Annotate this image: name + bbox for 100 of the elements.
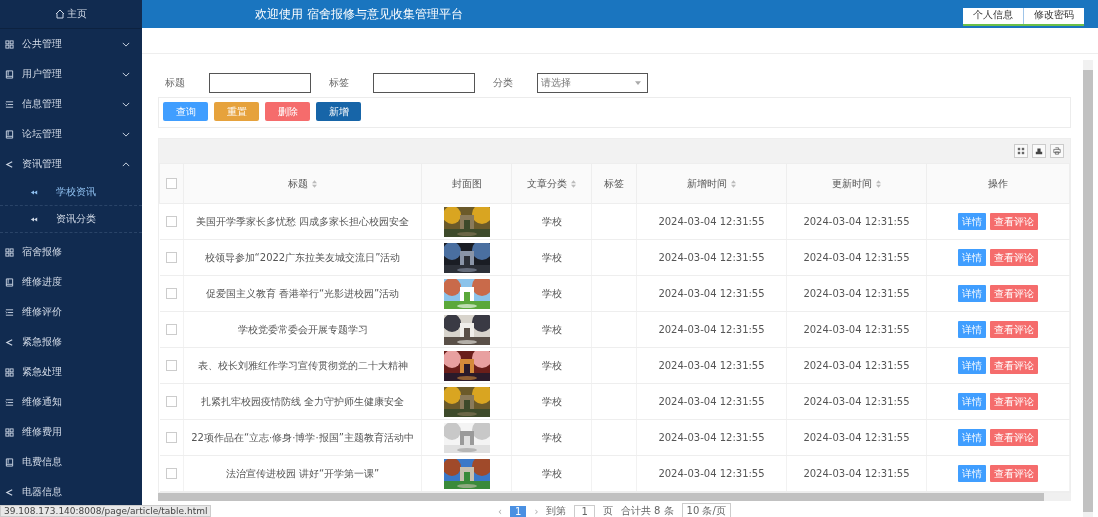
row-action-button[interactable]: 详情 [958, 321, 986, 338]
sort-icon[interactable] [876, 179, 881, 188]
menu-item[interactable]: 维修进度 [0, 267, 142, 297]
grid-icon [5, 427, 14, 437]
columns-icon[interactable] [1014, 144, 1028, 158]
book-icon [5, 129, 14, 139]
list-icon [5, 397, 14, 407]
chevron-icon [122, 41, 130, 47]
field-label: 标签 [329, 76, 349, 90]
table-cell: 2024-03-04 12:31:55 [658, 432, 765, 443]
column-header: 更新时间 [832, 177, 872, 189]
checkbox[interactable] [166, 178, 177, 190]
grid-icon [5, 247, 14, 257]
menu-item[interactable]: 维修通知 [0, 387, 142, 417]
row-action-button[interactable]: 详情 [958, 393, 986, 410]
total-count: 合计共 8 条 [620, 504, 674, 517]
menu-item[interactable]: 用户管理 [0, 59, 142, 89]
checkbox[interactable] [165, 360, 177, 372]
table-cell: 美国开学季家长多忧愁 四成多家长担心校园安全 [195, 215, 410, 227]
row-action-button[interactable]: 查看评论 [990, 465, 1038, 482]
header-link[interactable]: 修改密码 [1023, 8, 1084, 24]
book-icon [5, 69, 14, 79]
table-cell: 促爱国主义教育 香港举行“光影进校园”活动 [205, 287, 400, 299]
menu-item[interactable]: 紧急报修 [0, 327, 142, 357]
share-icon [5, 487, 14, 497]
category-select[interactable]: 请选择 [537, 73, 648, 93]
table-cell: 学校 [541, 431, 562, 443]
rewind-icon [30, 216, 38, 222]
chevron-icon [122, 71, 130, 77]
checkbox[interactable] [165, 252, 177, 264]
export-icon[interactable] [1032, 144, 1046, 158]
checkbox[interactable] [165, 432, 177, 444]
share-icon [5, 159, 14, 169]
table-cell: 学校 [541, 467, 562, 479]
table-cell: 学校 [541, 251, 562, 263]
column-header: 标题 [288, 177, 308, 189]
row-action-button[interactable]: 查看评论 [990, 213, 1038, 230]
table-cell: 2024-03-04 12:31:55 [803, 360, 910, 371]
menu-item[interactable]: 公共管理 [0, 29, 142, 59]
row-action-button[interactable]: 查看评论 [990, 393, 1038, 410]
row-action-button[interactable]: 详情 [958, 465, 986, 482]
row-action-button[interactable]: 查看评论 [990, 321, 1038, 338]
table-cell: 2024-03-04 12:31:55 [803, 468, 910, 479]
home-icon [55, 9, 65, 19]
input-field[interactable] [373, 73, 475, 93]
input-field[interactable] [209, 73, 311, 93]
menu-item[interactable]: 信息管理 [0, 89, 142, 119]
table-cell: 学校 [541, 359, 562, 371]
row-action-button[interactable]: 查看评论 [990, 357, 1038, 374]
page-unit-label: 页 [602, 504, 613, 517]
horizontal-scrollbar[interactable] [158, 493, 1071, 501]
menu-item[interactable]: 电器信息 [0, 477, 142, 507]
field-label: 分类 [493, 76, 513, 90]
row-action-button[interactable]: 查看评论 [990, 249, 1038, 266]
table-cell: 22项作品在“立志·修身·博学·报国”主题教育活动中 [191, 431, 414, 443]
page-number[interactable]: 1 [510, 505, 527, 517]
grid-icon [5, 39, 14, 49]
page-size-select[interactable]: 10 条/页 [681, 503, 731, 517]
page-input[interactable]: 1 [574, 504, 595, 517]
action-button[interactable]: 查询 [163, 102, 208, 121]
checkbox[interactable] [165, 396, 177, 408]
header-link[interactable]: 个人信息 [963, 8, 1023, 24]
menu-item[interactable]: 维修费用 [0, 417, 142, 447]
table-cell: 表、校长刘雅红作学习宣传贯彻党的二十大精神 [197, 359, 408, 371]
row-action-button[interactable]: 查看评论 [990, 285, 1038, 302]
table-cell: 扎紧扎牢校园疫情防线 全力守护师生健康安全 [200, 395, 405, 407]
column-header: 封面图 [451, 177, 482, 189]
sort-icon[interactable] [312, 179, 317, 188]
checkbox[interactable] [165, 216, 177, 228]
table-cell: 学校 [541, 287, 562, 299]
sort-icon[interactable] [571, 179, 576, 188]
menu-item[interactable]: 宿舍报修 [0, 237, 142, 267]
row-action-button[interactable]: 详情 [958, 249, 986, 266]
row-action-button[interactable]: 详情 [958, 285, 986, 302]
grid-icon [5, 367, 14, 377]
list-icon [5, 307, 14, 317]
checkbox[interactable] [165, 468, 177, 480]
column-header: 文章分类 [527, 177, 567, 189]
table-cell: 学校 [541, 323, 562, 335]
row-action-button[interactable]: 详情 [958, 429, 986, 446]
rewind-icon [30, 189, 38, 195]
page-title: 欢迎使用 宿舍报修与意见收集管理平台 [255, 5, 464, 23]
row-action-button[interactable]: 查看评论 [990, 429, 1038, 446]
action-button[interactable]: 删除 [265, 102, 310, 121]
chevron-icon [122, 131, 130, 137]
table-cell: 2024-03-04 12:31:55 [803, 396, 910, 407]
table-cell: 法治宣传进校园 讲好“开学第一课” [225, 467, 380, 479]
checkbox[interactable] [165, 324, 177, 336]
row-action-button[interactable]: 详情 [958, 213, 986, 230]
menu-item[interactable]: 维修评价 [0, 297, 142, 327]
menu-item[interactable]: 紧急处理 [0, 357, 142, 387]
checkbox[interactable] [165, 288, 177, 300]
chevron-icon [122, 161, 130, 167]
menu-item[interactable]: 论坛管理 [0, 119, 142, 149]
menu-item[interactable]: 资讯管理 [0, 149, 142, 179]
sort-icon[interactable] [731, 179, 736, 188]
action-button[interactable]: 新增 [316, 102, 361, 121]
row-action-button[interactable]: 详情 [958, 357, 986, 374]
menu-item[interactable]: 电费信息 [0, 447, 142, 477]
vertical-scrollbar[interactable] [1083, 60, 1093, 517]
